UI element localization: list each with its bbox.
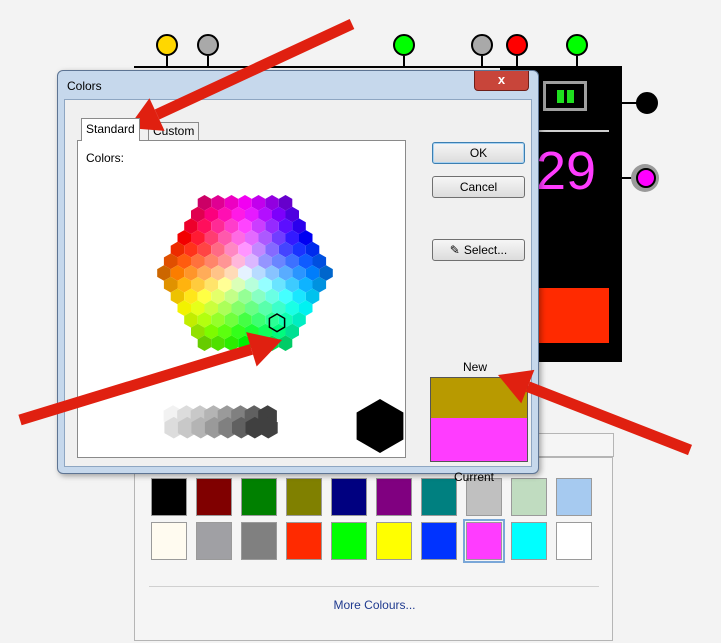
arrow-shaft — [525, 381, 693, 456]
annotation-arrows — [18, 19, 693, 456]
arrow-shaft — [154, 19, 355, 120]
arrow-head — [246, 332, 282, 367]
tab-standard[interactable]: Standard — [81, 118, 140, 141]
arrow-shaft — [18, 344, 254, 426]
